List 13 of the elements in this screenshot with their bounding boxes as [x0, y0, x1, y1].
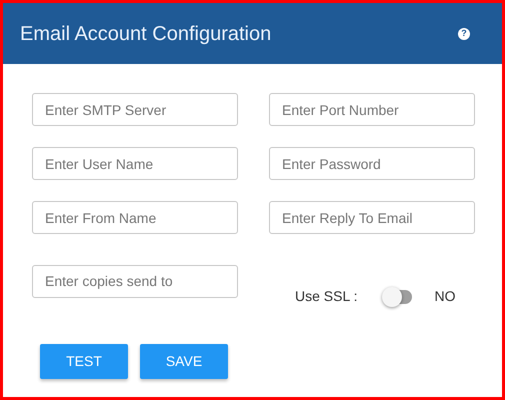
window-title: Email Account Configuration: [20, 22, 272, 46]
input-field[interactable]: Enter Password: [269, 147, 475, 180]
input-field[interactable]: Enter SMTP Server: [32, 93, 238, 126]
ssl-label: Use SSL :: [295, 287, 358, 306]
input-field[interactable]: Enter User Name: [32, 147, 238, 180]
input-field[interactable]: Enter copies send to: [32, 264, 238, 298]
help-icon[interactable]: ?: [458, 28, 470, 40]
input-field[interactable]: Enter From Name: [32, 201, 238, 234]
input-field[interactable]: Enter Reply To Email: [269, 201, 475, 234]
save-button[interactable]: SAVE: [140, 344, 228, 379]
input-field[interactable]: Enter Port Number: [269, 93, 475, 126]
test-button[interactable]: TEST: [40, 344, 128, 379]
ssl-state: NO: [434, 287, 456, 306]
